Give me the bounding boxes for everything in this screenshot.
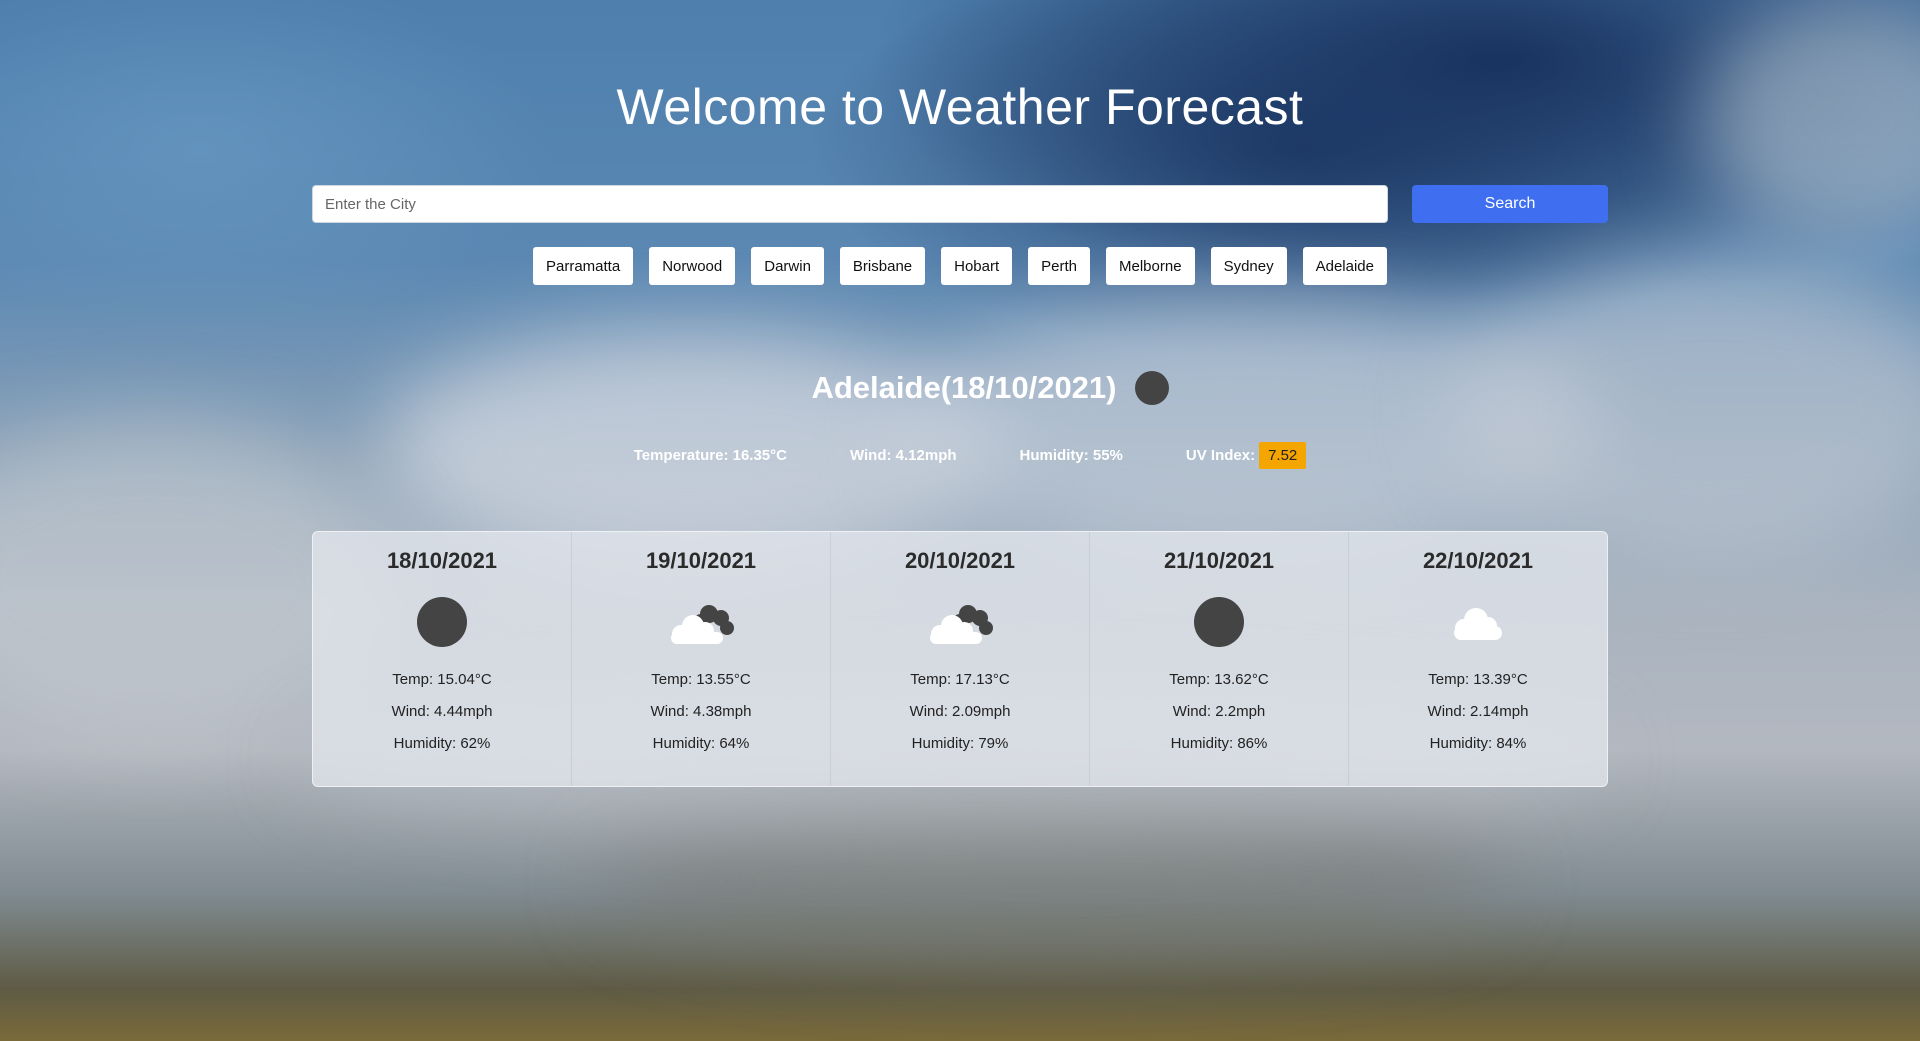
current-temperature: Temperature: 16.35°C [633,447,787,464]
city-button-adelaide[interactable]: Adelaide [1302,247,1387,285]
uv-index-badge: 7.52 [1259,442,1307,469]
forecast-temp: Temp: 13.39°C [1428,671,1528,688]
forecast-wind: Wind: 2.09mph [909,703,1011,720]
broken-clouds-icon [671,605,734,644]
forecast-day-card: 22/10/2021 Temp: 13.39°C Wind: 2.14mph H… [1348,532,1607,786]
forecast-wind: Wind: 4.44mph [391,703,493,720]
forecast-day-card: 21/10/2021 Temp: 13.62°C Wind: 2.2mph Hu… [1089,532,1348,786]
forecast-temp: Temp: 17.13°C [910,671,1010,688]
page-content: Welcome to Weather Forecast Search Parra… [0,0,1920,1041]
current-weather-heading: Adelaide(18/10/2021) [0,370,1920,406]
current-weather-stats: Temperature: 16.35°C Wind: 4.12mph Humid… [0,442,1920,469]
cloud-icon [1454,608,1502,640]
forecast-wind: Wind: 4.38mph [650,703,752,720]
forecast-temp: Temp: 13.55°C [651,671,751,688]
city-button-perth[interactable]: Perth [1028,247,1091,285]
forecast-wind: Wind: 2.14mph [1427,703,1529,720]
page-title: Welcome to Weather Forecast [616,79,1304,135]
forecast-humidity: Humidity: 64% [652,735,750,752]
forecast-humidity: Humidity: 62% [393,735,491,752]
city-button-melborne[interactable]: Melborne [1106,247,1195,285]
forecast-date: 22/10/2021 [1422,548,1534,573]
forecast-temp: Temp: 13.62°C [1169,671,1269,688]
forecast-date: 20/10/2021 [904,548,1016,573]
forecast-humidity: Humidity: 86% [1170,735,1268,752]
quick-city-list: Parramatta Norwood Darwin Brisbane Hobar… [0,247,1920,285]
forecast-temp: Temp: 15.04°C [392,671,492,688]
forecast-humidity: Humidity: 79% [911,735,1009,752]
city-button-parramatta[interactable]: Parramatta [533,247,634,285]
current-city-date: Adelaide(18/10/2021) [811,370,1117,405]
search-button[interactable]: Search [1412,185,1608,223]
dark-circle-icon [417,597,467,647]
forecast-day-card: 20/10/2021 Temp: 17.13°C Wind: 2.09mph H… [830,532,1089,786]
city-button-brisbane[interactable]: Brisbane [839,247,926,285]
forecast-humidity: Humidity: 84% [1429,735,1527,752]
forecast-day-card: 18/10/2021 Temp: 15.04°C Wind: 4.44mph H… [313,532,571,786]
forecast-wind: Wind: 2.2mph [1172,703,1266,720]
broken-clouds-icon [930,605,993,644]
current-wind: Wind: 4.12mph [849,447,957,464]
city-button-sydney[interactable]: Sydney [1210,247,1287,285]
forecast-date: 18/10/2021 [386,548,498,573]
forecast-date: 21/10/2021 [1163,548,1275,573]
city-search-input[interactable] [312,185,1388,223]
dark-circle-icon [1194,597,1244,647]
city-button-hobart[interactable]: Hobart [941,247,1013,285]
forecast-date: 19/10/2021 [645,548,757,573]
current-uv: UV Index: 7.52 [1185,442,1307,469]
forecast-day-card: 19/10/2021 Temp: 13.55°C Wind: 4.38mph H… [571,532,830,786]
dark-circle-icon [1134,371,1169,405]
city-button-norwood[interactable]: Norwood [649,247,736,285]
uv-label: UV Index: [1185,447,1256,464]
city-button-darwin[interactable]: Darwin [751,247,824,285]
current-humidity: Humidity: 55% [1019,447,1123,464]
five-day-forecast: 18/10/2021 Temp: 15.04°C Wind: 4.44mph H… [312,531,1608,787]
